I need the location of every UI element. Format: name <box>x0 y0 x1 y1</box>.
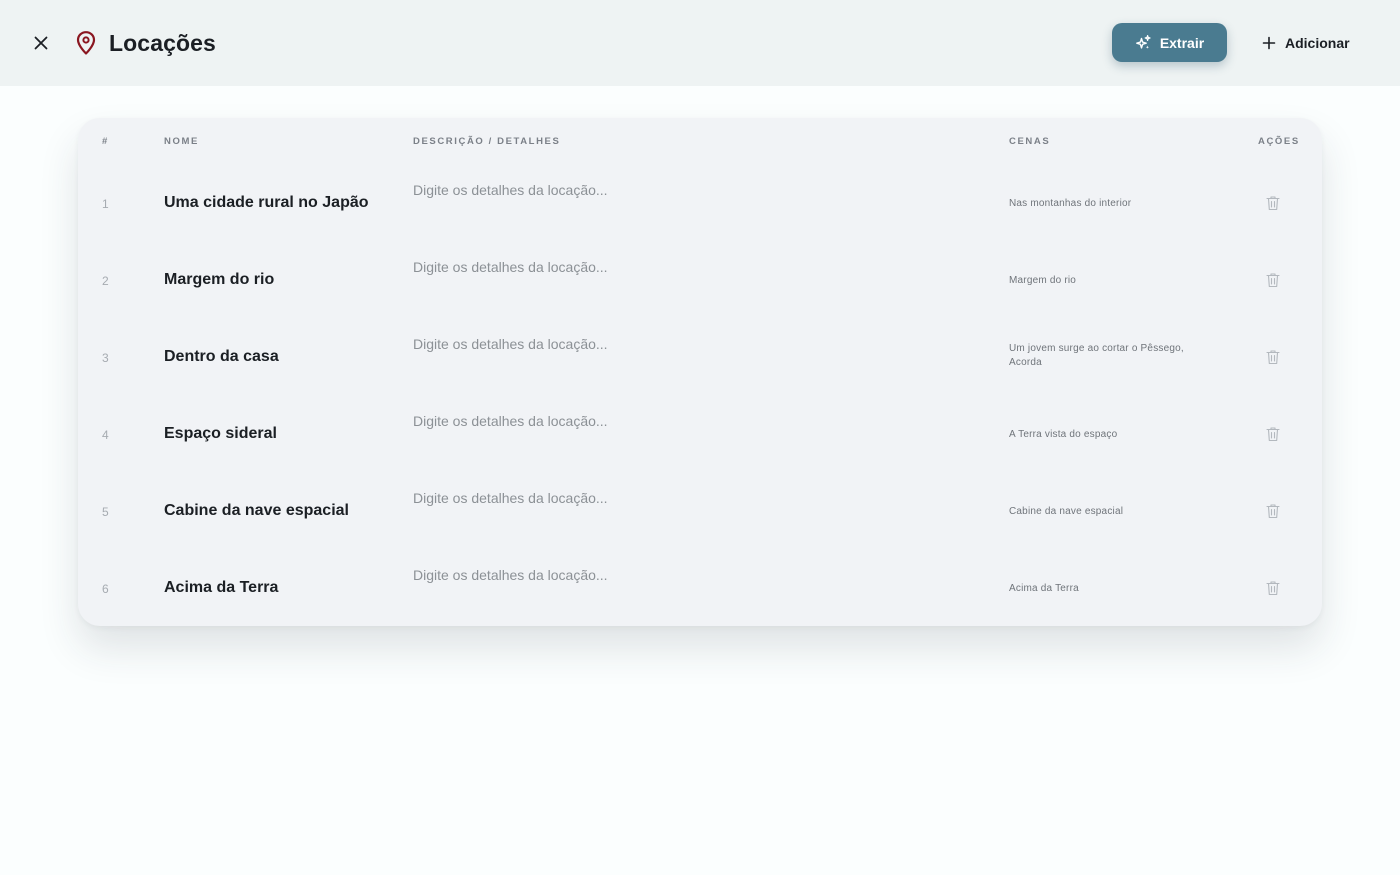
table-row: 2 Margem do rio Margem do rio <box>78 241 1322 318</box>
delete-location-button[interactable] <box>1265 348 1281 366</box>
table-row: 3 Dentro da casa Um jovem surge ao cortar … <box>78 318 1322 395</box>
trash-icon <box>1266 196 1280 211</box>
add-button-label: Adicionar <box>1285 35 1350 51</box>
row-number: 3 <box>102 351 109 365</box>
location-name[interactable]: Margem do rio <box>164 271 274 289</box>
location-description-input[interactable] <box>413 489 973 529</box>
column-header-scenes: CENAS <box>1009 136 1051 147</box>
close-button[interactable] <box>29 31 53 55</box>
trash-icon <box>1266 273 1280 288</box>
location-name[interactable]: Uma cidade rural no Japão <box>164 194 369 212</box>
location-scenes: Um jovem surge ao cortar o Pêssego, Acor… <box>1009 343 1184 368</box>
delete-location-button[interactable] <box>1265 194 1281 212</box>
location-name[interactable]: Dentro da casa <box>164 348 279 366</box>
trash-icon <box>1266 504 1280 519</box>
column-header-description: DESCRIÇÃO / DETALHES <box>413 136 561 147</box>
location-description-input[interactable] <box>413 566 973 606</box>
trash-icon <box>1266 350 1280 365</box>
row-number: 1 <box>102 197 109 211</box>
sparkles-icon <box>1135 35 1151 49</box>
column-header-number: # <box>102 136 109 147</box>
row-number: 4 <box>102 428 109 442</box>
delete-location-button[interactable] <box>1265 579 1281 597</box>
location-scenes: Cabine da nave espacial <box>1009 506 1124 517</box>
column-header-name: NOME <box>164 136 199 147</box>
delete-location-button[interactable] <box>1265 271 1281 289</box>
location-description-input[interactable] <box>413 335 973 375</box>
row-number: 6 <box>102 582 109 596</box>
location-scenes: A Terra vista do espaço <box>1009 429 1118 440</box>
extract-button-label: Extrair <box>1159 34 1205 51</box>
location-name[interactable]: Acima da Terra <box>164 579 278 597</box>
location-name[interactable]: Espaço sideral <box>164 425 277 443</box>
location-name[interactable]: Cabine da nave espacial <box>164 502 349 520</box>
trash-icon <box>1266 581 1280 596</box>
delete-location-button[interactable] <box>1265 425 1281 443</box>
location-description-input[interactable] <box>413 412 973 452</box>
location-description-input[interactable] <box>413 181 973 221</box>
location-description-input[interactable] <box>413 258 973 298</box>
table-row: 5 Cabine da nave espacial Cabine da nave e… <box>78 472 1322 549</box>
page-title: Locações <box>109 30 216 56</box>
close-icon <box>34 36 48 50</box>
column-header-actions: AÇÕES <box>1258 136 1300 147</box>
table-row: 6 Acima da Terra Acima da Terra <box>78 549 1322 626</box>
extract-button[interactable]: Extrair <box>1112 23 1227 62</box>
row-number: 5 <box>102 505 109 519</box>
trash-icon <box>1266 427 1280 442</box>
table-row: 4 Espaço sideral A Terra vista do espaço <box>78 395 1322 472</box>
map-pin-icon <box>76 31 96 55</box>
location-scenes: Margem do rio <box>1009 275 1077 286</box>
row-number: 2 <box>102 274 109 288</box>
location-scenes: Acima da Terra <box>1009 583 1079 594</box>
table-row: 1 Uma cidade rural no Japão Nas montanhas … <box>78 164 1322 241</box>
plus-icon <box>1262 36 1276 50</box>
add-location-button[interactable]: Adicionar <box>1262 28 1350 58</box>
location-scenes: Nas montanhas do interior <box>1009 198 1132 209</box>
delete-location-button[interactable] <box>1265 502 1281 520</box>
